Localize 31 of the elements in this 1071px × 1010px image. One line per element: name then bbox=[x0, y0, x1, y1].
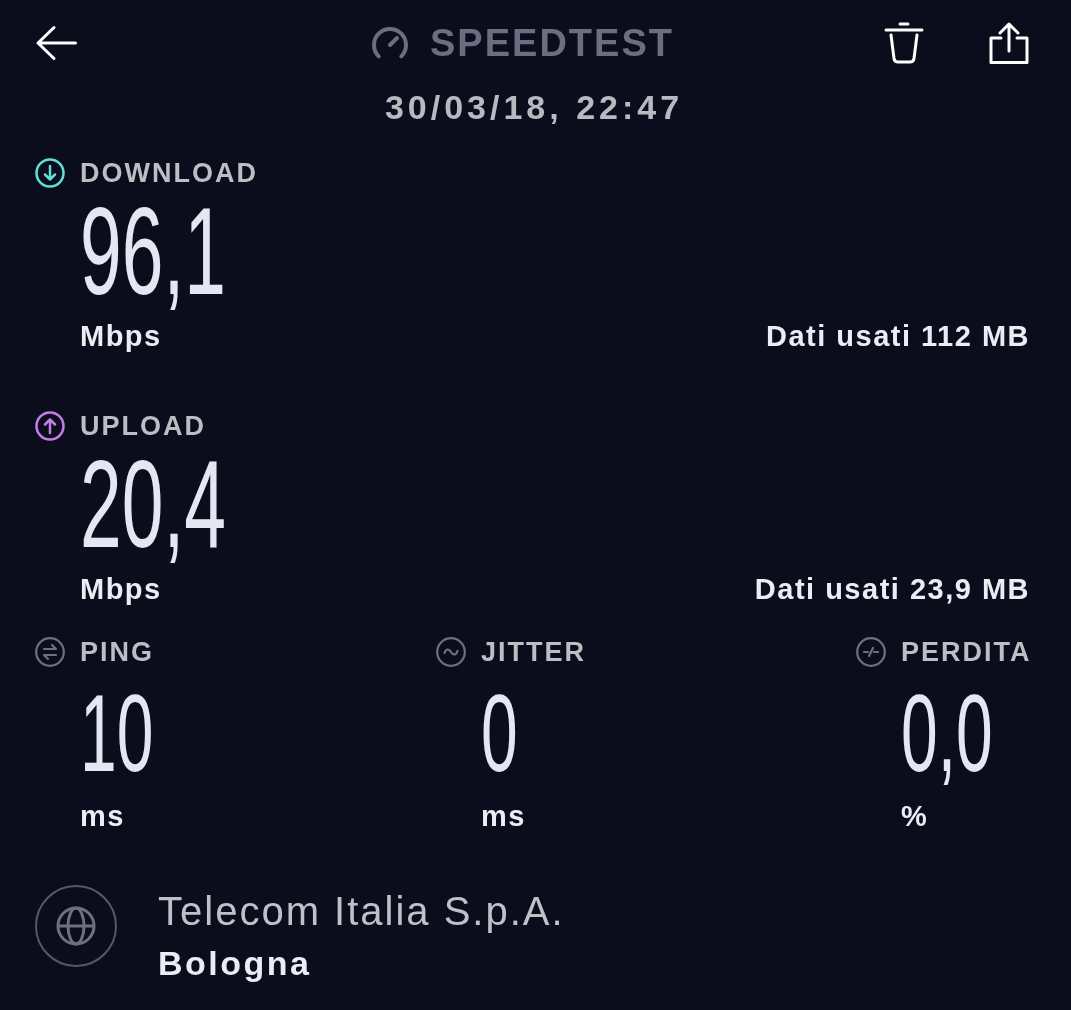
share-button[interactable] bbox=[988, 21, 1030, 65]
metric-value: 0,0 bbox=[901, 678, 993, 788]
test-timestamp: 30/03/18, 22:47 bbox=[384, 87, 684, 127]
unit-label: % bbox=[901, 799, 929, 833]
arrows-icon bbox=[35, 637, 65, 667]
wave-icon bbox=[436, 637, 466, 667]
metric-value: 0 bbox=[481, 678, 518, 788]
gauge-icon bbox=[370, 25, 410, 61]
delete-button[interactable] bbox=[883, 21, 925, 65]
back-button[interactable] bbox=[35, 25, 77, 61]
globe-icon bbox=[35, 885, 117, 967]
metric-value: 10 bbox=[80, 678, 154, 788]
metric-label: PING bbox=[80, 637, 154, 667]
metric-label: UPLOAD bbox=[80, 411, 206, 441]
unit-label: ms bbox=[80, 799, 125, 833]
unit-label: Mbps bbox=[80, 319, 162, 353]
metric-label: JITTER bbox=[481, 637, 586, 667]
server-location: Bologna bbox=[158, 943, 313, 983]
speed-value: 96,1 bbox=[80, 188, 226, 313]
app-title: SPEEDTEST bbox=[430, 21, 674, 66]
speed-value: 20,4 bbox=[80, 441, 226, 566]
share-icon bbox=[988, 21, 1030, 65]
metric-label: PERDITA bbox=[901, 637, 1032, 667]
unit-label: ms bbox=[481, 799, 526, 833]
back-arrow-icon bbox=[35, 25, 77, 61]
unit-label: Mbps bbox=[80, 572, 162, 606]
provider-name: Telecom Italia S.p.A. bbox=[158, 888, 565, 934]
trash-icon bbox=[883, 21, 925, 65]
metric-label: DOWNLOAD bbox=[80, 158, 258, 188]
data-used-text: Dati usati 23,9 MB bbox=[754, 572, 1030, 606]
data-used-text: Dati usati 112 MB bbox=[765, 319, 1030, 353]
